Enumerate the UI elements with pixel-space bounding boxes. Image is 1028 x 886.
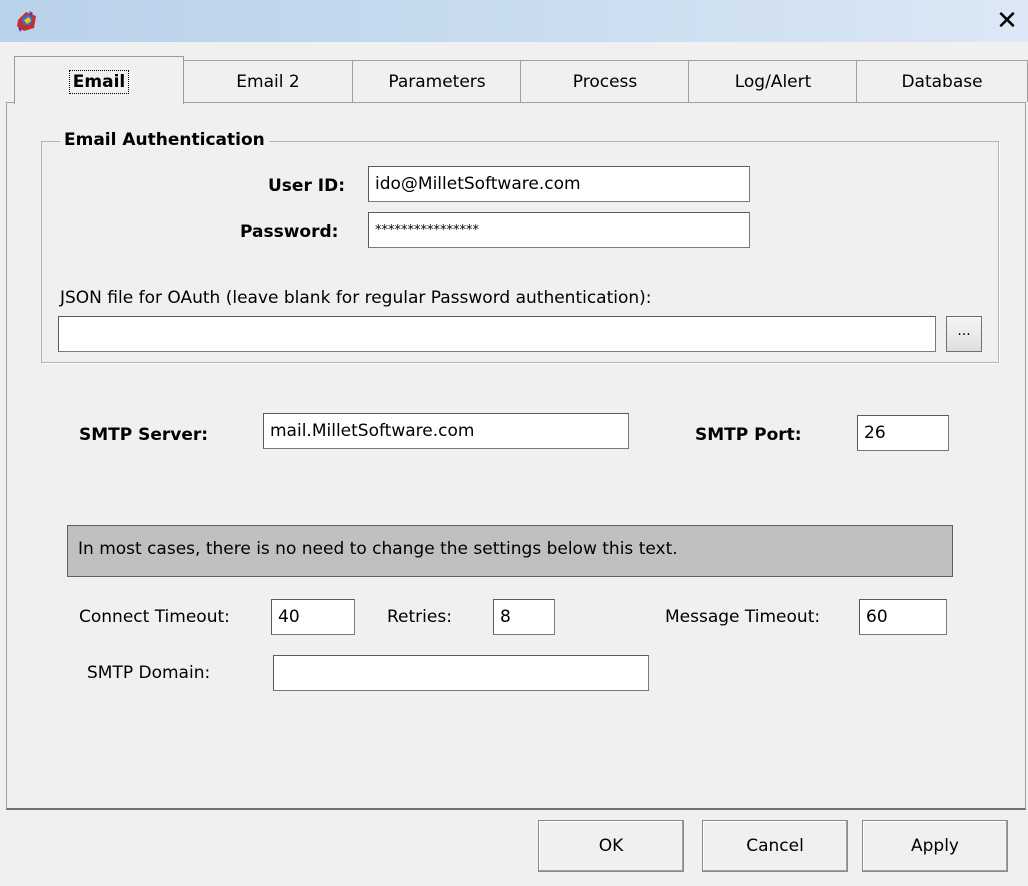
smtp-server-label: SMTP Server: <box>79 425 209 445</box>
app-icon <box>14 8 40 34</box>
tab-panel-email: Email Authentication User ID: ido@Millet… <box>6 102 1026 810</box>
group-title: Email Authentication <box>60 130 269 150</box>
tab-label: Process <box>572 72 638 92</box>
tab-label: Email <box>68 70 130 94</box>
smtp-port-label: SMTP Port: <box>695 425 802 445</box>
close-icon: ✕ <box>996 6 1018 36</box>
ellipsis-icon: ... <box>957 323 971 339</box>
smtp-domain-field[interactable] <box>273 655 649 691</box>
smtp-port-field[interactable]: 26 <box>857 415 949 451</box>
tab-email[interactable]: Email <box>14 56 184 104</box>
apply-button[interactable]: Apply <box>862 820 1008 872</box>
close-button[interactable]: ✕ <box>992 6 1022 36</box>
tab-database[interactable]: Database <box>856 60 1028 102</box>
smtp-server-field[interactable]: mail.MilletSoftware.com <box>263 413 629 449</box>
ok-button[interactable]: OK <box>538 820 684 872</box>
user-id-label: User ID: <box>268 176 345 196</box>
json-oauth-field[interactable] <box>58 316 936 352</box>
tab-log-alert[interactable]: Log/Alert <box>688 60 858 102</box>
password-field[interactable]: **************** <box>368 212 750 248</box>
tab-label: Parameters <box>388 72 486 92</box>
browse-button[interactable]: ... <box>946 316 982 352</box>
password-label: Password: <box>240 222 339 242</box>
tab-label: Log/Alert <box>734 72 812 92</box>
title-bar: ✕ <box>0 0 1028 42</box>
json-oauth-label: JSON file for OAuth (leave blank for reg… <box>60 288 652 308</box>
tab-process[interactable]: Process <box>520 60 690 102</box>
tab-strip: Email 2 Parameters Process Log/Alert Dat… <box>14 56 1028 104</box>
retries-field[interactable]: 8 <box>493 599 555 635</box>
connect-timeout-field[interactable]: 40 <box>271 599 355 635</box>
settings-dialog: ✕ Email 2 Parameters Process Log/Alert D… <box>0 0 1028 886</box>
message-timeout-label: Message Timeout: <box>665 607 821 627</box>
tab-parameters[interactable]: Parameters <box>352 60 522 102</box>
connect-timeout-label: Connect Timeout: <box>79 607 230 627</box>
tab-label: Database <box>901 72 983 92</box>
email-authentication-group: Email Authentication User ID: ido@Millet… <box>41 130 999 363</box>
tab-label: Email 2 <box>236 72 300 92</box>
message-timeout-field[interactable]: 60 <box>859 599 947 635</box>
info-note: In most cases, there is no need to chang… <box>67 525 953 577</box>
user-id-field[interactable]: ido@MilletSoftware.com <box>368 166 750 202</box>
smtp-domain-label: SMTP Domain: <box>87 663 211 683</box>
cancel-button[interactable]: Cancel <box>702 820 848 872</box>
tab-email-2[interactable]: Email 2 <box>182 60 354 102</box>
retries-label: Retries: <box>387 607 452 627</box>
